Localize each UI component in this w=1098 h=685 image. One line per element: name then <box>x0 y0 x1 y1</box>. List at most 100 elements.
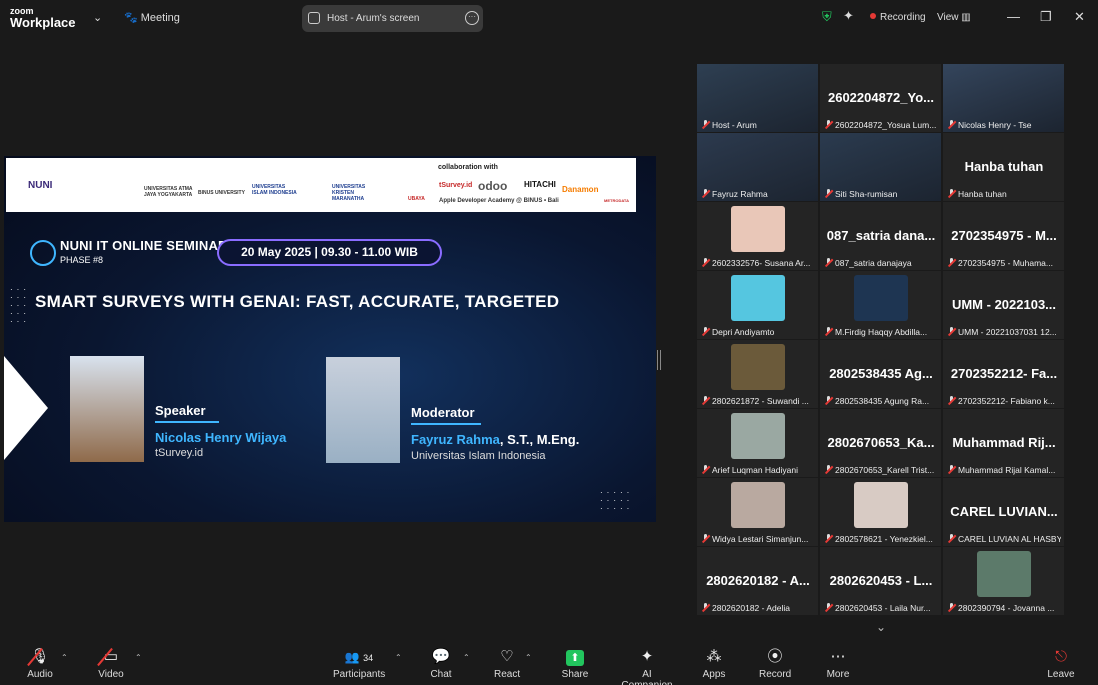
participant-name-caption: 2802578621 - Yenezkiel... <box>825 534 938 544</box>
participant-tile[interactable]: Depri Andiyamto <box>697 271 818 339</box>
participant-name-caption: Arief Luqman Hadiyani <box>702 465 815 475</box>
participant-display-name: UMM - 2022103... <box>951 297 1057 312</box>
recording-label: Recording <box>880 12 926 23</box>
react-options-caret[interactable]: ⌃ <box>525 653 532 662</box>
more-options-icon[interactable]: ··· <box>465 11 479 25</box>
apps-label: Apps <box>702 669 726 680</box>
participant-tile[interactable]: Widya Lestari Simanjun... <box>697 478 818 546</box>
participant-tile[interactable]: Arief Luqman Hadiyani <box>697 409 818 477</box>
apps-icon: ⁂ <box>706 648 722 665</box>
recording-indicator[interactable]: Recording <box>870 12 926 23</box>
sponsor-logo: UNIVERSITAS ISLAM INDONESIA <box>252 184 297 196</box>
leave-button[interactable]: ⎋ Leave <box>1047 647 1075 680</box>
chat-button[interactable]: 💬 Chat <box>429 647 453 680</box>
decor-triangle <box>4 356 48 460</box>
audio-button[interactable]: 🎙 Audio <box>27 647 53 680</box>
participant-name: 2802670653_Karell Trist... <box>835 465 935 475</box>
mic-muted-icon <box>948 396 955 405</box>
participant-name-caption: 2802621872 - Suwandi ... <box>702 396 815 406</box>
participant-tile[interactable]: Hanba tuhan Hanba tuhan <box>943 133 1064 201</box>
camera-off-icon: ▭ <box>97 647 125 667</box>
participants-button[interactable]: 👥 34 Participants <box>333 647 385 680</box>
mic-muted-icon <box>702 120 709 129</box>
participant-tile[interactable]: 2702354975 - M... 2702354975 - Muhama... <box>943 202 1064 270</box>
participant-display-name: 2602204872_Yo... <box>827 90 934 105</box>
participant-tile[interactable]: UMM - 2022103... UMM - 20221037031 12... <box>943 271 1064 339</box>
participant-name-caption: CAREL LUVIAN AL HASBY <box>948 534 1061 544</box>
minimize-icon[interactable]: — <box>1007 9 1020 24</box>
mic-muted-icon <box>948 258 955 267</box>
participant-display-name: Hanba tuhan <box>964 159 1044 174</box>
mic-muted-icon <box>948 327 955 336</box>
shield-icon[interactable]: ⛨ <box>822 9 832 25</box>
title-bar: zoom Workplace ⌄ 🐾 Meeting Host - Arum's… <box>0 0 1098 36</box>
maximize-icon[interactable]: ❐ <box>1040 9 1052 25</box>
ai-companion-label: AI Companion <box>621 669 672 685</box>
participant-tile[interactable]: 2802620453 - L... 2802620453 - Laila Nur.… <box>820 547 941 615</box>
participant-name-caption: 2602204872_Yosua Lum... <box>825 120 938 130</box>
participant-tile[interactable]: 2702352212- Fa... 2702352212- Fabiano k..… <box>943 340 1064 408</box>
mic-muted-icon <box>948 189 955 198</box>
mic-muted-icon <box>702 327 709 336</box>
participant-name-caption: 2602332576- Susana Ar... <box>702 258 815 268</box>
apps-button[interactable]: ⁂ Apps <box>702 647 726 680</box>
underline <box>155 421 219 423</box>
participant-tile[interactable]: Nicolas Henry - Tse <box>943 64 1064 132</box>
participant-tile[interactable]: Fayruz Rahma <box>697 133 818 201</box>
ai-companion-button[interactable]: ✦ AI Companion <box>616 647 678 685</box>
ai-sparkle-icon: ✦ <box>640 648 654 665</box>
more-icon: ⋯ <box>830 648 846 665</box>
record-button[interactable]: ⦿ Record <box>759 647 791 680</box>
split-resize-handle[interactable] <box>657 350 661 370</box>
participant-avatar <box>731 482 785 528</box>
participants-options-caret[interactable]: ⌃ <box>395 653 402 662</box>
participant-avatar <box>731 206 785 252</box>
video-button[interactable]: ▭ Video <box>97 647 125 680</box>
share-button[interactable]: ⬆ Share <box>561 647 589 680</box>
close-icon[interactable]: ✕ <box>1074 9 1085 25</box>
screen-share-tab[interactable]: Host - Arum's screen ··· <box>302 5 483 32</box>
participants-icon: 👥 <box>344 650 360 664</box>
zoom-logo: zoom Workplace <box>10 6 76 29</box>
participant-tile[interactable]: 2802390794 - Jovanna ... <box>943 547 1064 615</box>
chat-icon: 💬 <box>431 648 451 665</box>
audio-options-caret[interactable]: ⌃ <box>61 653 68 662</box>
meeting-menu[interactable]: 🐾 Meeting <box>124 11 180 24</box>
share-label: Share <box>561 669 589 680</box>
heart-icon: ♡ <box>500 648 514 665</box>
participant-tile[interactable]: 2602332576- Susana Ar... <box>697 202 818 270</box>
participant-tile[interactable]: CAREL LUVIAN... CAREL LUVIAN AL HASBY <box>943 478 1064 546</box>
more-button[interactable]: ⋯ More <box>825 647 851 680</box>
participant-tile[interactable]: 2802670653_Ka... 2802670653_Karell Trist.… <box>820 409 941 477</box>
participant-tile[interactable]: 2802621872 - Suwandi ... <box>697 340 818 408</box>
participant-tile[interactable]: Muhammad Rij... Muhammad Rijal Kamal... <box>943 409 1064 477</box>
chevron-down-icon[interactable]: ⌄ <box>876 620 886 634</box>
participant-name-caption: 2702354975 - Muhama... <box>948 258 1061 268</box>
participant-name: CAREL LUVIAN AL HASBY <box>958 534 1061 544</box>
react-button[interactable]: ♡ React <box>494 647 520 680</box>
video-options-caret[interactable]: ⌃ <box>135 653 142 662</box>
view-button[interactable]: View ▥ <box>937 12 971 23</box>
mic-muted-icon <box>825 258 832 267</box>
participant-tile[interactable]: 2802620182 - A... 2802620182 - Adelia <box>697 547 818 615</box>
participant-name-caption: Fayruz Rahma <box>702 189 815 199</box>
participant-tile[interactable]: 2602204872_Yo... 2602204872_Yosua Lum... <box>820 64 941 132</box>
participant-tile[interactable]: 2802538435 Ag... 2802538435 Agung Ra... <box>820 340 941 408</box>
screen-tab-label: Host - Arum's screen <box>327 13 420 24</box>
participant-avatar <box>731 413 785 459</box>
share-arrow-icon: ⬆ <box>566 650 584 666</box>
chat-options-caret[interactable]: ⌃ <box>463 653 470 662</box>
participant-tile[interactable]: 087_satria dana... 087_satria danajaya <box>820 202 941 270</box>
mic-muted-icon <box>825 465 832 474</box>
screen-icon <box>308 12 320 24</box>
participant-tile[interactable]: Siti Sha-rumisan <box>820 133 941 201</box>
chevron-down-icon[interactable]: ⌄ <box>93 11 102 24</box>
ai-sparkle-icon[interactable]: ✦ <box>843 8 854 24</box>
participant-name: 2802620182 - Adelia <box>712 603 790 613</box>
participant-tile[interactable]: 2802578621 - Yenezkiel... <box>820 478 941 546</box>
participant-tile[interactable]: M.Firdig Haqqy Abdilla... <box>820 271 941 339</box>
participant-tile[interactable]: Host - Arum <box>697 64 818 132</box>
moderator-org: Universitas Islam Indonesia <box>411 450 546 462</box>
participant-name-caption: Depri Andiyamto <box>702 327 815 337</box>
participant-name: Depri Andiyamto <box>712 327 775 337</box>
